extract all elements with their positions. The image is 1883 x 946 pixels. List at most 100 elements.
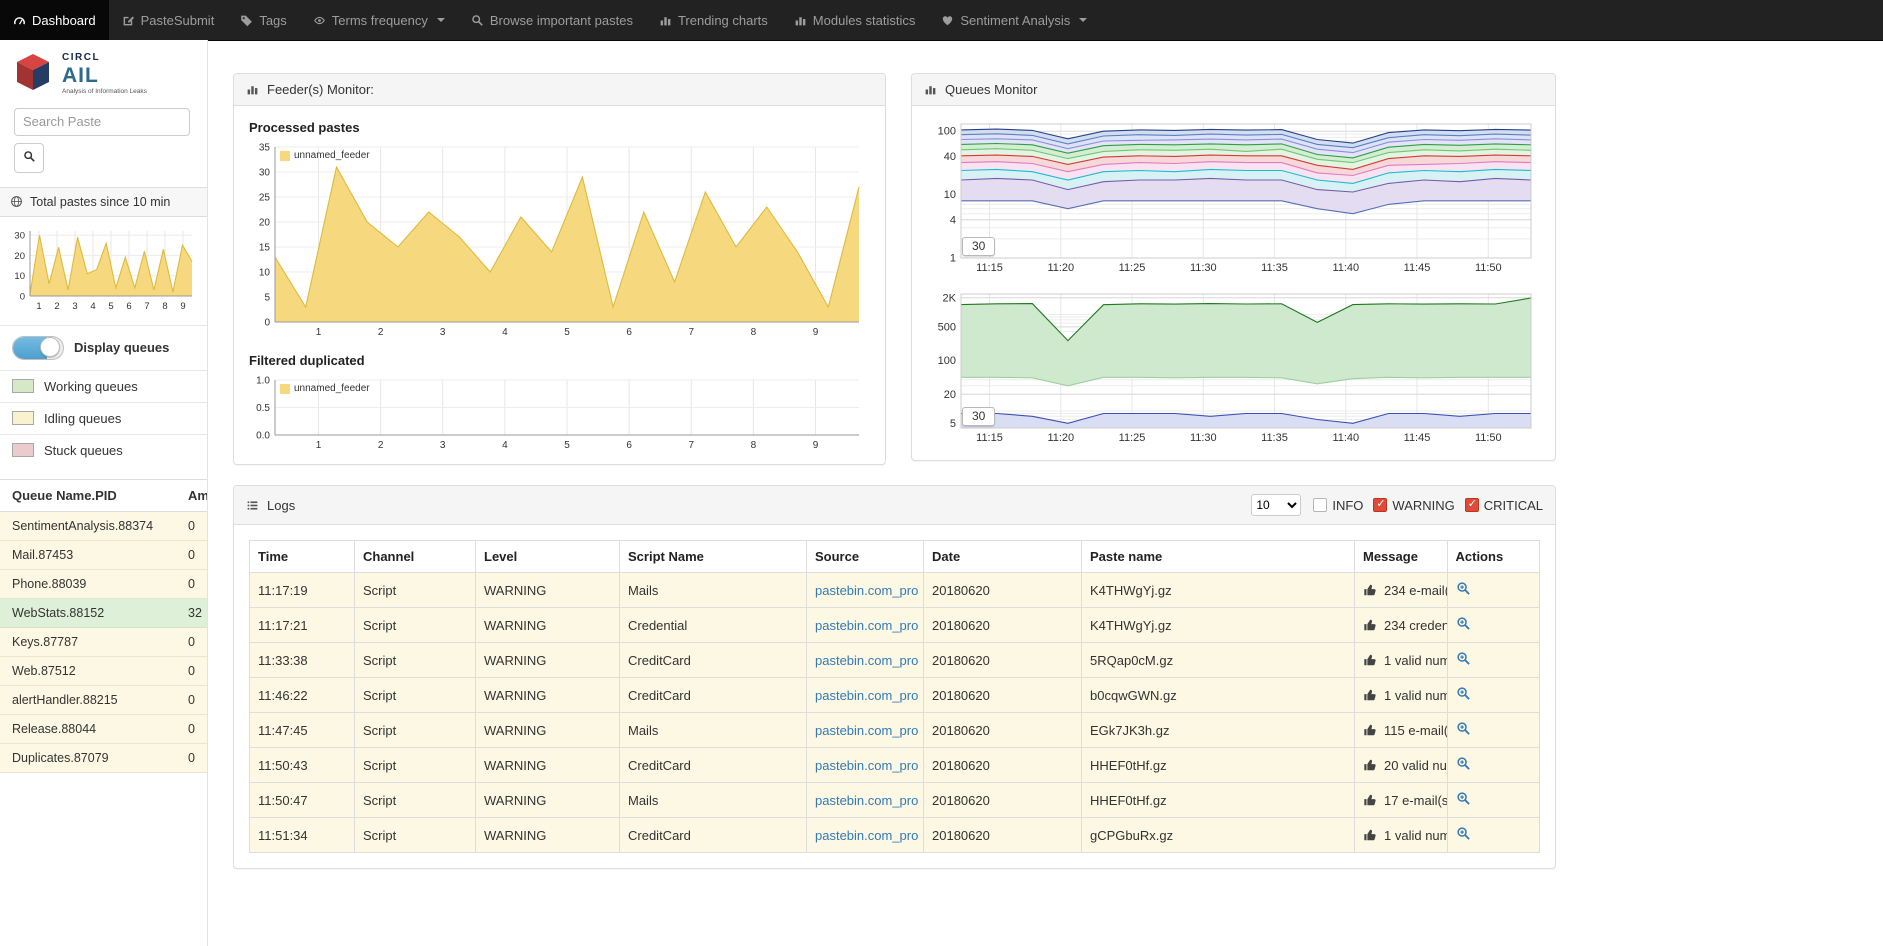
thumbs-up-icon (1363, 828, 1377, 842)
queue-row[interactable]: SentimentAnalysis.88374 0 (0, 511, 207, 540)
search-plus-icon (1456, 826, 1471, 841)
log-message: 234 e-mail(s) (1355, 573, 1448, 608)
show-paste-button[interactable] (1456, 581, 1471, 596)
display-queues-toggle[interactable] (12, 336, 64, 360)
checkbox[interactable] (1465, 498, 1479, 512)
source-link[interactable]: pastebin.com_pro (815, 793, 918, 808)
show-paste-button[interactable] (1456, 616, 1471, 631)
show-paste-button[interactable] (1456, 756, 1471, 771)
nav-item-browse-important-pastes[interactable]: Browse important pastes (458, 0, 646, 40)
log-level-filter-warning[interactable]: WARNING (1373, 498, 1454, 513)
log-column-header: Paste name (1082, 541, 1355, 573)
nav-item-dashboard[interactable]: Dashboard (0, 0, 109, 40)
legend-series-label: unnamed_feeder (294, 150, 370, 161)
nav-item-sentiment-analysis[interactable]: Sentiment Analysis (928, 0, 1100, 40)
source-link[interactable]: pastebin.com_pro (815, 828, 918, 843)
svg-text:0.0: 0.0 (256, 431, 270, 442)
search-plus-icon (1456, 721, 1471, 736)
checkbox[interactable] (1373, 498, 1387, 512)
checkbox[interactable] (1313, 498, 1327, 512)
log-level: WARNING (476, 678, 620, 713)
log-time: 11:50:43 (250, 748, 355, 783)
legend-label: Working queues (44, 379, 138, 394)
source-link[interactable]: pastebin.com_pro (815, 653, 918, 668)
queue-row[interactable]: Duplicates.87079 0 (0, 743, 207, 772)
display-queues-label: Display queues (74, 340, 169, 355)
log-source: pastebin.com_pro (807, 643, 924, 678)
queue-row[interactable]: alertHandler.88215 0 (0, 685, 207, 714)
queue-name: SentimentAnalysis.88374 (0, 511, 176, 540)
show-paste-button[interactable] (1456, 791, 1471, 806)
queue-row[interactable]: Web.87512 0 (0, 656, 207, 685)
bar-chart-icon (924, 83, 937, 96)
search-icon (471, 14, 484, 27)
nav-item-modules-statistics[interactable]: Modules statistics (781, 0, 929, 40)
svg-text:11:20: 11:20 (1047, 262, 1074, 274)
log-channel: Script (355, 643, 476, 678)
svg-text:6: 6 (126, 301, 131, 311)
logs-table: Time Channel Level Script Name Source Da… (249, 540, 1540, 853)
log-column-header: Source (807, 541, 924, 573)
svg-text:35: 35 (259, 143, 271, 154)
nav-item-label: Browse important pastes (490, 13, 633, 28)
filter-label: WARNING (1392, 498, 1454, 513)
log-message: 1 valid number(s) (1355, 643, 1448, 678)
queue-row[interactable]: Phone.88039 0 (0, 569, 207, 598)
nav-item-tags[interactable]: Tags (227, 0, 299, 40)
queue-amount-header: Amount (176, 479, 207, 511)
show-paste-button[interactable] (1456, 651, 1471, 666)
heart-icon (941, 14, 954, 27)
nav-item-pastesubmit[interactable]: PasteSubmit (109, 0, 228, 40)
queue-name: Keys.87787 (0, 627, 176, 656)
svg-text:9: 9 (813, 327, 819, 338)
top-navbar: Dashboard PasteSubmit Tags Terms frequen… (0, 0, 1883, 41)
source-link[interactable]: pastebin.com_pro (815, 618, 918, 633)
queue-row[interactable]: Release.88044 0 (0, 714, 207, 743)
log-source: pastebin.com_pro (807, 608, 924, 643)
svg-text:30: 30 (259, 168, 271, 179)
queue-row[interactable]: Mail.87453 0 (0, 540, 207, 569)
show-paste-button[interactable] (1456, 686, 1471, 701)
filter-label: INFO (1332, 498, 1363, 513)
svg-text:11:40: 11:40 (1332, 262, 1359, 274)
search-plus-icon (1456, 791, 1471, 806)
log-level-filter-info[interactable]: INFO (1313, 498, 1363, 513)
log-actions (1447, 608, 1540, 643)
log-paste-name: K4THWgYj.gz (1082, 573, 1355, 608)
log-paste-name: 5RQap0cM.gz (1082, 643, 1355, 678)
source-link[interactable]: pastebin.com_pro (815, 723, 918, 738)
queue-row[interactable]: WebStats.88152 32 (0, 598, 207, 627)
legend-swatch (280, 151, 290, 161)
range-value-box[interactable]: 30 (962, 237, 995, 256)
svg-text:2: 2 (378, 327, 384, 338)
range-value-box[interactable]: 30 (962, 407, 995, 426)
queue-row[interactable]: Keys.87787 0 (0, 627, 207, 656)
search-paste-input[interactable] (14, 108, 190, 136)
show-paste-button[interactable] (1456, 721, 1471, 736)
source-link[interactable]: pastebin.com_pro (815, 583, 918, 598)
source-link[interactable]: pastebin.com_pro (815, 758, 918, 773)
page-size-select[interactable]: 10 (1251, 494, 1301, 516)
bar-chart-icon (794, 14, 807, 27)
queue-amount: 0 (176, 656, 207, 685)
processed-pastes-chart: 05101520253035123456789unnamed_feeder (249, 141, 867, 339)
log-script-name: Credential (620, 608, 807, 643)
queue-name: Release.88044 (0, 714, 176, 743)
queue-amount: 0 (176, 627, 207, 656)
nav-item-label: Modules statistics (813, 13, 916, 28)
svg-text:1: 1 (316, 440, 322, 451)
show-paste-button[interactable] (1456, 826, 1471, 841)
sidebar: CIRCL AIL Analysis of Information Leaks … (0, 40, 208, 946)
nav-item-terms-frequency[interactable]: Terms frequency (300, 0, 458, 40)
log-row: 11:17:21 Script WARNING Credential paste… (250, 608, 1540, 643)
nav-item-trending-charts[interactable]: Trending charts (646, 0, 781, 40)
svg-text:0.5: 0.5 (256, 403, 270, 414)
log-level-filter-critical[interactable]: CRITICAL (1465, 498, 1543, 513)
log-message-text: 234 e-mail(s) (1384, 583, 1447, 598)
log-row: 11:51:34 Script WARNING CreditCard paste… (250, 818, 1540, 853)
log-time: 11:50:47 (250, 783, 355, 818)
log-actions (1447, 573, 1540, 608)
search-paste-button[interactable] (14, 143, 44, 173)
source-link[interactable]: pastebin.com_pro (815, 688, 918, 703)
tag-icon (240, 14, 253, 27)
